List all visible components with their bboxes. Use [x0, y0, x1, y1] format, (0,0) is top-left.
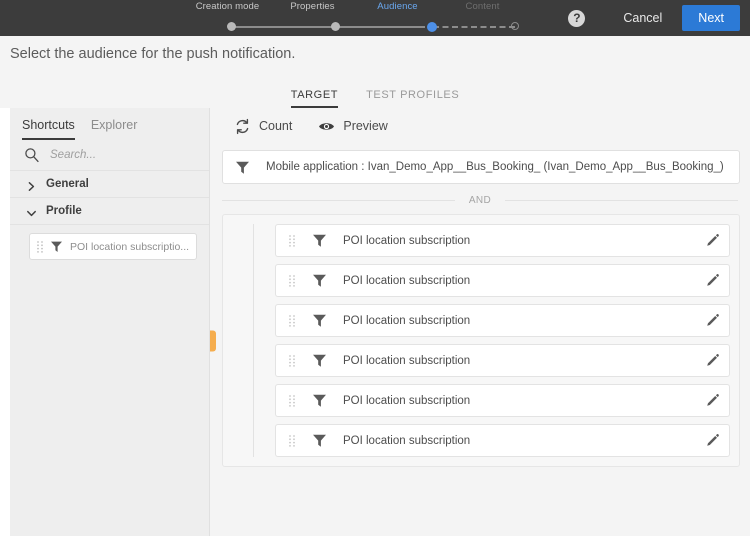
funnel-icon — [312, 393, 327, 408]
sidebar-group-general[interactable]: General — [10, 171, 209, 198]
table-row[interactable]: POI location subscription — [275, 264, 730, 297]
pencil-icon[interactable] — [705, 433, 720, 448]
sidebar-item-poi-location-subscription[interactable]: POI location subscriptio... — [29, 233, 197, 260]
funnel-icon — [312, 433, 327, 448]
content-area: Shortcuts Explorer General — [0, 108, 750, 536]
wizard-dot-audience[interactable] — [427, 21, 437, 32]
eye-icon — [318, 118, 335, 135]
count-label: Count — [259, 119, 293, 133]
wizard-dot-properties[interactable] — [331, 22, 340, 31]
drag-handle-icon[interactable] — [288, 274, 296, 288]
condition-label: POI location subscription — [343, 434, 471, 447]
pencil-icon[interactable] — [705, 393, 720, 408]
funnel-icon — [50, 240, 63, 253]
pencil-icon[interactable] — [705, 273, 720, 288]
and-divider: AND — [222, 195, 739, 206]
main-tabs: TARGET TEST PROFILES — [0, 72, 750, 108]
or-operator-dropdown[interactable]: OR — [210, 330, 216, 351]
wizard-progress: Creation mode Properties Audience Conten… — [185, 0, 525, 36]
tab-target[interactable]: TARGET — [277, 89, 352, 108]
sidebar-tab-explorer[interactable]: Explorer — [91, 118, 138, 140]
wizard-step-labels: Creation mode Properties Audience Conten… — [185, 0, 525, 20]
wizard-step-properties[interactable]: Properties — [270, 1, 355, 12]
wizard-track — [185, 20, 525, 34]
and-label: AND — [468, 195, 492, 206]
drag-handle-icon[interactable] — [288, 234, 296, 248]
top-bar-actions: ? Cancel Next — [568, 0, 740, 36]
wizard-line-3-dashed — [433, 26, 515, 28]
sidebar-group-profile-label: Profile — [46, 205, 82, 217]
preview-button[interactable]: Preview — [318, 118, 388, 135]
primary-filter-label: Mobile application : Ivan_Demo_App__Bus_… — [266, 161, 724, 173]
table-row[interactable]: POI location subscription — [275, 304, 730, 337]
drag-handle-icon[interactable] — [288, 314, 296, 328]
drag-handle-icon[interactable] — [288, 434, 296, 448]
funnel-icon — [312, 233, 327, 248]
search-input[interactable] — [48, 148, 178, 162]
sidebar: Shortcuts Explorer General — [10, 108, 210, 536]
funnel-icon — [312, 313, 327, 328]
condition-label: POI location subscription — [343, 394, 471, 407]
condition-label: POI location subscription — [343, 314, 471, 327]
wizard-dot-content — [511, 22, 519, 30]
count-button[interactable]: Count — [234, 118, 292, 135]
drag-handle-icon[interactable] — [288, 394, 296, 408]
sidebar-group-general-label: General — [46, 178, 89, 190]
preview-label: Preview — [343, 119, 388, 133]
sidebar-group-profile[interactable]: Profile — [10, 198, 209, 225]
cancel-button[interactable]: Cancel — [611, 5, 674, 31]
help-question-icon[interactable]: ? — [568, 9, 586, 27]
sidebar-item-label: POI location subscriptio... — [70, 240, 190, 253]
main-panel: Count Preview Mobile application: Ivan_… — [210, 108, 750, 536]
funnel-icon — [312, 353, 327, 368]
tab-test-profiles[interactable]: TEST PROFILES — [352, 89, 473, 108]
sidebar-tab-shortcuts[interactable]: Shortcuts — [22, 118, 75, 140]
next-button[interactable]: Next — [682, 5, 740, 31]
chevron-right-icon — [26, 179, 37, 191]
wizard-dot-creation-mode[interactable] — [227, 22, 236, 31]
sidebar-profile-items: POI location subscriptio... — [10, 225, 209, 260]
wizard-step-creation-mode[interactable]: Creation mode — [185, 1, 270, 12]
main-toolbar: Count Preview — [220, 108, 740, 144]
wizard-step-audience[interactable]: Audience — [355, 1, 440, 12]
refresh-icon — [234, 118, 251, 135]
chevron-down-icon — [26, 206, 37, 217]
table-row[interactable]: POI location subscription — [275, 224, 730, 257]
or-condition-group: OR POI location subscription — [210, 214, 740, 467]
table-row[interactable]: POI location subscription — [275, 344, 730, 377]
pencil-icon[interactable] — [705, 233, 720, 248]
page-title: Select the audience for the push notific… — [0, 36, 750, 72]
funnel-icon — [312, 273, 327, 288]
primary-filter-bar[interactable]: Mobile application : Ivan_Demo_App__Bus_… — [222, 150, 740, 184]
sidebar-tabs: Shortcuts Explorer — [10, 108, 209, 140]
sidebar-search-row — [10, 140, 209, 171]
divider-line-left — [222, 200, 455, 201]
wizard-line-1 — [233, 26, 333, 28]
drag-handle-icon[interactable] — [288, 354, 296, 368]
top-bar: Creation mode Properties Audience Conten… — [0, 0, 750, 36]
search-icon — [24, 147, 40, 163]
or-group-rail — [253, 224, 254, 457]
drag-handle-icon[interactable] — [36, 240, 44, 254]
wizard-line-2 — [337, 26, 425, 28]
pencil-icon[interactable] — [705, 313, 720, 328]
wizard-step-content: Content — [465, 1, 500, 12]
pencil-icon[interactable] — [705, 353, 720, 368]
divider-line-right — [505, 200, 739, 201]
condition-label: POI location subscription — [343, 354, 471, 367]
table-row[interactable]: POI location subscription — [275, 424, 730, 457]
table-row[interactable]: POI location subscription — [275, 384, 730, 417]
funnel-icon — [235, 160, 250, 175]
condition-label: POI location subscription — [343, 274, 471, 287]
condition-label: POI location subscription — [343, 234, 471, 247]
